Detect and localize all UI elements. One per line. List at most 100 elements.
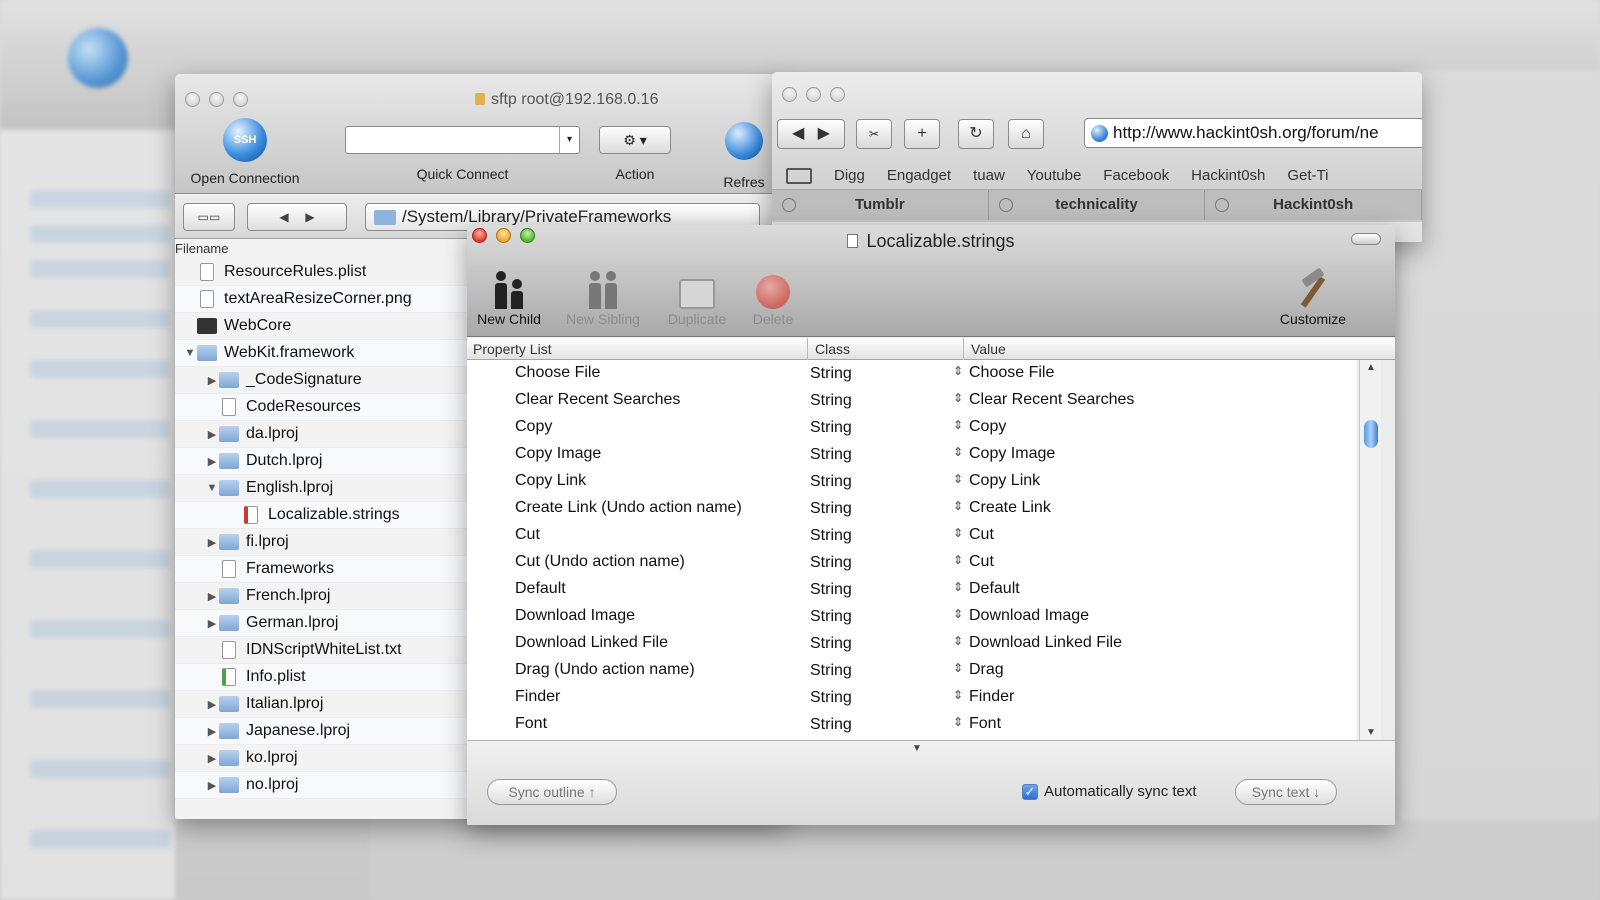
property-row[interactable]: Font String ⇕ Font: [467, 711, 1357, 738]
column-header-value[interactable]: Value: [971, 341, 1006, 357]
disclosure-collapsed-icon[interactable]: ▶: [205, 536, 219, 549]
disclosure-collapsed-icon[interactable]: ▶: [205, 617, 219, 630]
class-stepper-icon[interactable]: ⇕: [953, 445, 963, 459]
property-key[interactable]: Default: [515, 580, 566, 598]
gear-icon[interactable]: ⚙ ▾: [599, 126, 671, 154]
sync-text-button[interactable]: Sync text ↓: [1235, 779, 1337, 805]
scrollbar-thumb[interactable]: [1364, 420, 1378, 448]
back-arrow-icon[interactable]: ◀: [279, 210, 288, 224]
property-key[interactable]: Copy: [515, 418, 552, 436]
auto-sync-checkbox[interactable]: ✓: [1022, 783, 1038, 800]
class-stepper-icon[interactable]: ⇕: [953, 688, 963, 702]
property-class[interactable]: String: [810, 716, 852, 734]
add-bookmark-button[interactable]: +: [904, 119, 940, 149]
class-stepper-icon[interactable]: ⇕: [953, 715, 963, 729]
property-class[interactable]: String: [810, 635, 852, 653]
close-button[interactable]: [782, 87, 797, 102]
property-key[interactable]: Download Linked File: [515, 634, 668, 652]
property-row[interactable]: Download Linked File String ⇕ Download Link…: [467, 630, 1357, 657]
disclosure-expanded-icon[interactable]: ▼: [183, 347, 197, 359]
property-row[interactable]: Create Link (Undo action name) String ⇕ Cre…: [467, 495, 1357, 522]
class-stepper-icon[interactable]: ⇕: [953, 661, 963, 675]
customize-button[interactable]: Customize: [1265, 263, 1361, 327]
webclip-icon[interactable]: ✂: [856, 119, 892, 149]
minimize-button[interactable]: [806, 87, 821, 102]
address-bar[interactable]: http://www.hackint0sh.org/forum/ne: [1084, 118, 1422, 148]
property-value[interactable]: Copy Link: [969, 472, 1040, 490]
property-key[interactable]: Drag (Undo action name): [515, 661, 695, 679]
property-value[interactable]: Cut: [969, 553, 994, 571]
disclosure-collapsed-icon[interactable]: ▶: [205, 779, 219, 792]
class-stepper-icon[interactable]: ⇕: [953, 607, 963, 621]
class-stepper-icon[interactable]: ⇕: [953, 364, 963, 378]
bookmark-get-ti[interactable]: Get-Ti: [1287, 167, 1328, 184]
back-forward-buttons[interactable]: ◀ ▶: [247, 203, 347, 231]
scroll-down-arrow-icon[interactable]: ▼: [1360, 727, 1382, 738]
class-stepper-icon[interactable]: ⇕: [953, 526, 963, 540]
property-class[interactable]: String: [810, 527, 852, 545]
property-value[interactable]: Create Link: [969, 499, 1051, 517]
property-row[interactable]: Clear Recent Searches String ⇕ Clear Recent…: [467, 387, 1357, 414]
home-icon[interactable]: ⌂: [1008, 119, 1044, 149]
property-row[interactable]: Choose File String ⇕ Choose File: [467, 360, 1357, 387]
tab-tumblr[interactable]: Tumblr: [772, 190, 989, 220]
column-header-class[interactable]: Class: [815, 341, 850, 357]
property-value[interactable]: Copy Image: [969, 445, 1055, 463]
reload-icon[interactable]: ↻: [958, 119, 994, 149]
action-menu-button[interactable]: ⚙ ▾ Action: [595, 126, 675, 182]
close-tab-icon[interactable]: [1215, 198, 1230, 212]
property-row[interactable]: Drag (Undo action name) String ⇕ Drag: [467, 657, 1357, 684]
property-class[interactable]: String: [810, 662, 852, 680]
toggle-sidebar-button[interactable]: ▭▭: [183, 203, 235, 231]
property-class[interactable]: String: [810, 608, 852, 626]
property-row[interactable]: Download Image String ⇕ Download Image: [467, 603, 1357, 630]
zoom-button[interactable]: [233, 92, 248, 107]
bookmark-engadget[interactable]: Engadget: [887, 167, 951, 184]
property-value[interactable]: Copy: [969, 418, 1006, 436]
property-class[interactable]: String: [810, 392, 852, 410]
class-stepper-icon[interactable]: ⇕: [953, 580, 963, 594]
class-stepper-icon[interactable]: ⇕: [953, 418, 963, 432]
vertical-scrollbar[interactable]: ▲ ▼: [1359, 360, 1381, 740]
property-value[interactable]: Cut: [969, 526, 994, 544]
bookmarks-book-icon[interactable]: [786, 167, 812, 184]
back-arrow-icon[interactable]: ◀: [792, 125, 804, 142]
property-class[interactable]: String: [810, 419, 852, 437]
disclosure-collapsed-icon[interactable]: ▶: [205, 428, 219, 441]
property-key[interactable]: Clear Recent Searches: [515, 391, 680, 409]
property-row[interactable]: Copy Image String ⇕ Copy Image: [467, 441, 1357, 468]
property-class[interactable]: String: [810, 473, 852, 491]
delete-button[interactable]: Delete: [725, 263, 821, 327]
forward-arrow-icon[interactable]: ▶: [818, 125, 830, 142]
column-header-property-list[interactable]: Property List: [473, 341, 552, 357]
property-class[interactable]: String: [810, 689, 852, 707]
tab-technicality[interactable]: technicality: [989, 190, 1206, 220]
property-row[interactable]: Cut (Undo action name) String ⇕ Cut: [467, 549, 1357, 576]
auto-sync-option[interactable]: ✓ Automatically sync text: [1022, 783, 1197, 800]
property-key[interactable]: Copy Image: [515, 445, 601, 463]
property-key[interactable]: Finder: [515, 688, 560, 706]
property-value[interactable]: Download Image: [969, 607, 1089, 625]
filename-column-header[interactable]: Filename: [175, 241, 228, 256]
property-row[interactable]: Finder String ⇕ Finder: [467, 684, 1357, 711]
disclosure-expanded-icon[interactable]: ▼: [205, 482, 219, 494]
property-row[interactable]: Copy String ⇕ Copy: [467, 414, 1357, 441]
property-key[interactable]: Download Image: [515, 607, 635, 625]
close-button[interactable]: [185, 92, 200, 107]
disclosure-collapsed-icon[interactable]: ▶: [205, 752, 219, 765]
class-stepper-icon[interactable]: ⇕: [953, 553, 963, 567]
bookmark-digg[interactable]: Digg: [834, 167, 865, 184]
property-row[interactable]: Cut String ⇕ Cut: [467, 522, 1357, 549]
property-class[interactable]: String: [810, 554, 852, 572]
new-child-button[interactable]: New Child: [467, 263, 557, 327]
open-connection-button[interactable]: SSH Open Connection: [180, 118, 310, 186]
property-value[interactable]: Font: [969, 715, 1001, 733]
quick-connect-control[interactable]: ▾ Quick Connect: [340, 126, 585, 182]
disclosure-collapsed-icon[interactable]: ▶: [205, 725, 219, 738]
property-value[interactable]: Choose File: [969, 364, 1054, 382]
back-forward-buttons[interactable]: ◀ ▶: [777, 119, 845, 149]
tab-hackint0sh[interactable]: Hackint0sh: [1205, 190, 1422, 220]
property-key[interactable]: Cut (Undo action name): [515, 553, 685, 571]
class-stepper-icon[interactable]: ⇕: [953, 472, 963, 486]
property-value[interactable]: Drag: [969, 661, 1004, 679]
